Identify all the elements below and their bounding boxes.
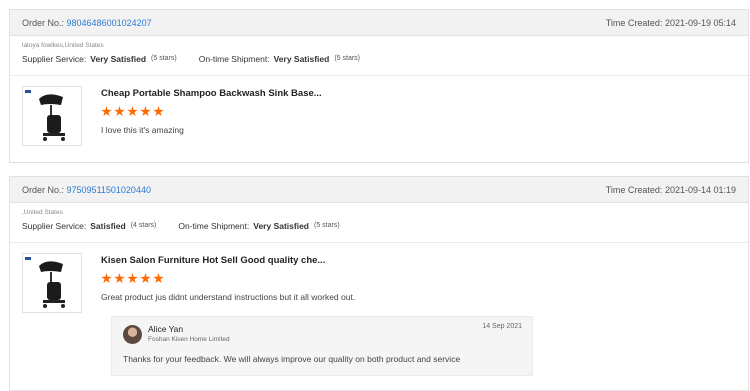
star-icon	[114, 273, 125, 284]
star-icon	[140, 273, 151, 284]
star-icon	[127, 273, 138, 284]
supplier-service-stars: (5 stars)	[151, 55, 177, 62]
seller-reply: Alice Yan Foshan Kisen Home Limited 14 S…	[111, 316, 533, 376]
star-icon	[140, 106, 151, 117]
rating-stars	[101, 273, 355, 285]
service-ratings: Supplier Service: Satisfied (4 stars) On…	[22, 218, 736, 234]
service-ratings: Supplier Service: Very Satisfied (5 star…	[22, 51, 736, 67]
shipment-stars: (5 stars)	[314, 222, 340, 229]
review-comment: I love this it's amazing	[101, 125, 184, 135]
review-item: Kisen Salon Furniture Hot Sell Good qual…	[10, 243, 748, 376]
order-label: Order No.:	[22, 184, 65, 195]
star-icon	[153, 273, 164, 284]
shipment-value: Very Satisfied	[273, 54, 330, 64]
review-card: Order No.: 98046486001024207 Time Create…	[9, 9, 749, 163]
time-created-label: Time Created:	[605, 17, 663, 28]
review-comment: Great product jus didnt understand instr…	[101, 292, 356, 302]
star-icon	[101, 106, 112, 117]
supplier-service-label: Supplier Service:	[22, 54, 87, 64]
order-label: Order No.:	[22, 17, 65, 28]
review-header: Order No.: 98046486001024207 Time Create…	[10, 10, 748, 36]
avatar	[123, 325, 142, 344]
shampoo-sink-chair-image	[25, 257, 65, 308]
supplier-service-label: Supplier Service:	[22, 221, 87, 231]
shipment-stars: (5 stars)	[334, 55, 361, 62]
reply-company: Foshan Kisen Home Limited	[148, 336, 230, 343]
reply-author-name: Alice Yan	[148, 324, 184, 334]
star-icon	[101, 273, 112, 284]
buyer-info: ,United States	[22, 209, 63, 216]
product-title-link[interactable]: Kisen Salon Furniture Hot Sell Good qual…	[101, 254, 355, 267]
star-icon	[127, 106, 138, 117]
buyer-info: latoya fowlkes,United States	[22, 42, 104, 49]
supplier-service-value: Very Satisfied	[90, 54, 147, 64]
time-created-value: 2021-09-19 05:14	[664, 17, 736, 28]
shampoo-sink-chair-image	[25, 90, 65, 141]
reply-text: Thanks for your feedback. We will always…	[123, 354, 461, 364]
time-created-label: Time Created:	[605, 184, 663, 195]
shipment-label: On-time Shipment:	[178, 221, 250, 231]
star-icon	[153, 106, 164, 117]
reply-date: 14 Sep 2021	[482, 323, 522, 330]
shipment-value: Very Satisfied	[253, 221, 310, 231]
review-header: Order No.: 97509511501020440 Time Create…	[10, 177, 748, 203]
product-title-link[interactable]: Cheap Portable Shampoo Backwash Sink Bas…	[101, 87, 322, 100]
rating-stars	[101, 106, 322, 118]
review-item: Cheap Portable Shampoo Backwash Sink Bas…	[10, 76, 748, 156]
time-created-value: 2021-09-14 01:19	[664, 184, 736, 195]
review-card: Order No.: 97509511501020440 Time Create…	[9, 176, 749, 391]
supplier-service-value: Satisfied	[90, 221, 126, 231]
order-number-link[interactable]: 98046486001024207	[67, 18, 152, 28]
product-thumbnail[interactable]	[22, 86, 82, 146]
order-number-link[interactable]: 97509511501020440	[67, 185, 151, 195]
supplier-service-stars: (4 stars)	[130, 222, 157, 229]
product-thumbnail[interactable]	[22, 253, 82, 313]
star-icon	[114, 106, 125, 117]
shipment-label: On-time Shipment:	[198, 54, 270, 64]
